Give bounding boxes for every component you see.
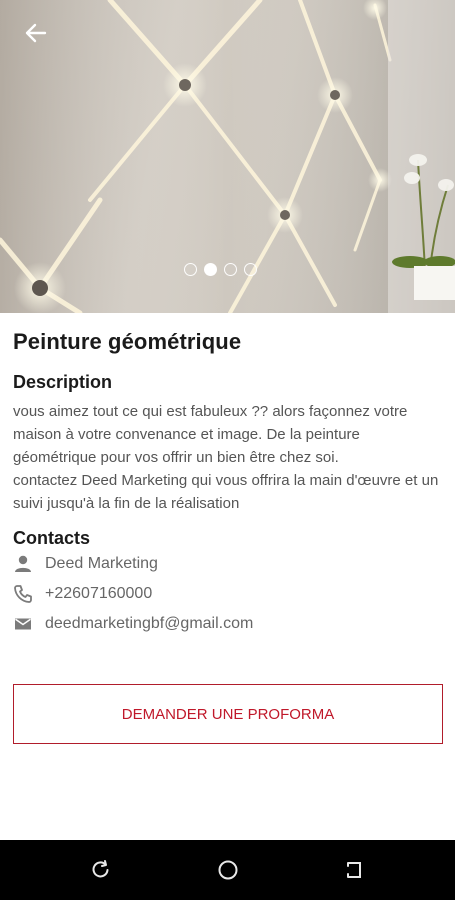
recent-apps-icon[interactable]: [89, 858, 113, 882]
email-icon: [13, 614, 33, 634]
product-details: Peinture géométrique Description vous ai…: [13, 313, 443, 639]
back-icon[interactable]: [343, 858, 367, 882]
product-image-carousel[interactable]: [0, 0, 455, 313]
product-title: Peinture géométrique: [13, 329, 242, 354]
description-text: vous aimez tout ce qui est fabuleux ?? a…: [13, 403, 439, 512]
contact-email-row[interactable]: deedmarketingbf@gmail.com: [13, 609, 443, 639]
carousel-dot-active[interactable]: [204, 263, 217, 276]
phone-icon: [13, 584, 33, 604]
contact-name: Deed Marketing: [45, 555, 158, 572]
carousel-dot[interactable]: [224, 263, 237, 276]
contact-phone-row[interactable]: +22607160000: [13, 579, 443, 609]
contact-phone[interactable]: +22607160000: [45, 585, 152, 603]
person-icon: [13, 554, 33, 574]
arrow-left-icon: [25, 23, 47, 43]
system-navigation-bar: [0, 840, 455, 900]
carousel-dot[interactable]: [244, 263, 257, 276]
carousel-indicator: [184, 263, 257, 276]
home-icon[interactable]: [216, 858, 240, 882]
description-heading: Description: [13, 372, 113, 392]
contacts-heading: Contacts: [13, 528, 91, 548]
contact-name-row: Deed Marketing: [13, 549, 443, 579]
request-proforma-button[interactable]: DEMANDER UNE PROFORMA: [13, 684, 443, 744]
contact-email[interactable]: deedmarketingbf@gmail.com: [45, 615, 253, 633]
carousel-dot[interactable]: [184, 263, 197, 276]
back-button[interactable]: [18, 18, 54, 48]
